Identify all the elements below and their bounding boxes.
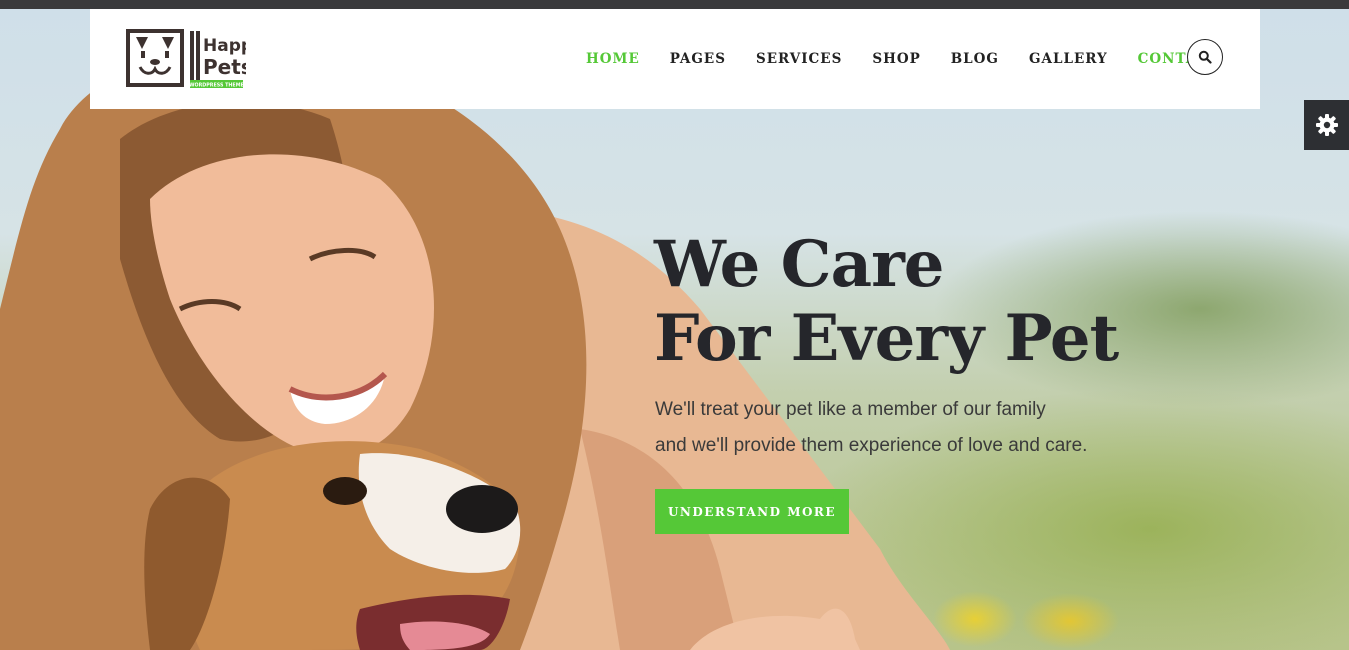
hero-subtitle: We'll treat your pet like a member of ou… — [655, 392, 1087, 464]
logo-text-line2: Pets — [203, 55, 246, 79]
nav-item-home[interactable]: HOME — [586, 51, 640, 67]
site-logo[interactable]: Happy Pets WORDPRESS THEME — [126, 29, 264, 91]
nav-item-pages[interactable]: PAGES — [670, 51, 726, 67]
gear-icon — [1315, 114, 1338, 136]
hero-title-line1: We Care — [654, 227, 945, 302]
search-icon — [1198, 50, 1212, 64]
header-bar: Happy Pets WORDPRESS THEME HOME PAGES SE… — [90, 9, 1260, 109]
search-button[interactable] — [1187, 39, 1223, 75]
nav-item-services[interactable]: SERVICES — [756, 51, 842, 67]
settings-toggle[interactable] — [1304, 100, 1349, 150]
hero-subtitle-line2: and we'll provide them experience of lov… — [655, 435, 1088, 456]
main-nav: HOME PAGES SERVICES SHOP BLOG GALLERY CO… — [586, 9, 1250, 109]
hero-title-line2: For Every Pet — [654, 301, 1119, 376]
nav-item-gallery[interactable]: GALLERY — [1029, 51, 1108, 67]
logo-text-line1: Happy — [203, 36, 246, 56]
happy-pets-logo-icon: Happy Pets WORDPRESS THEME — [126, 29, 264, 89]
nav-item-blog[interactable]: BLOG — [951, 51, 999, 67]
hero-subtitle-line1: We'll treat your pet like a member of ou… — [655, 399, 1046, 420]
logo-tagline: WORDPRESS THEME — [189, 83, 244, 89]
hero-title: We Care For Every Pet — [654, 227, 1119, 376]
understand-more-button[interactable]: UNDERSTAND MORE — [655, 489, 849, 534]
nav-item-shop[interactable]: SHOP — [872, 51, 920, 67]
